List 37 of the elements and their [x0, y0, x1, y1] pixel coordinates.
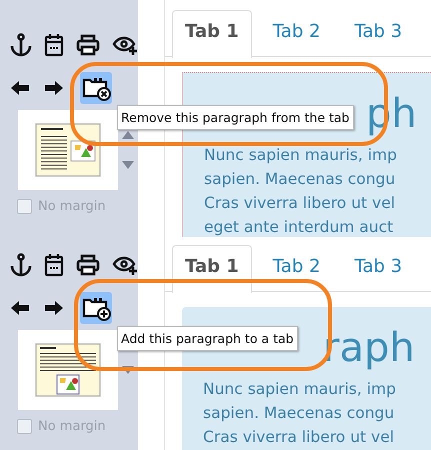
- calendar-icon[interactable]: [44, 253, 64, 277]
- folder-remove-icon: [82, 75, 110, 101]
- printer-icon[interactable]: [76, 33, 100, 57]
- calendar-icon[interactable]: [44, 33, 64, 57]
- anchor-icon[interactable]: [10, 253, 32, 277]
- paragraph-text: sapien. Maecenas congu: [203, 403, 396, 424]
- left-arrow-icon[interactable]: [10, 80, 30, 96]
- checkbox-label: No margin: [38, 199, 106, 214]
- paragraph-text: Cras viverra libero ut vel: [203, 427, 396, 448]
- tooltip: Add this paragraph to a tab: [117, 326, 298, 351]
- tooltip: Remove this paragraph from the tab: [117, 105, 354, 130]
- tab[interactable]: Tab 1: [172, 10, 252, 58]
- checkbox[interactable]: [17, 419, 32, 434]
- tab[interactable]: Tab 1: [172, 245, 252, 293]
- document-thumbnail-icon: [35, 123, 101, 177]
- paragraph-text: Nunc sapien mauris, imp: [204, 145, 398, 166]
- tab[interactable]: Tab 3: [341, 245, 416, 291]
- folder-button[interactable]: [80, 72, 112, 104]
- checkbox-label: No margin: [38, 419, 106, 434]
- left-arrow-icon[interactable]: [10, 300, 30, 316]
- printer-icon[interactable]: [76, 253, 100, 277]
- folder-button[interactable]: [80, 292, 112, 324]
- right-arrow-icon[interactable]: [44, 300, 64, 316]
- tab[interactable]: Tab 2: [260, 10, 334, 56]
- checkbox[interactable]: [17, 199, 32, 214]
- document-thumbnail-icon: [35, 343, 101, 397]
- paragraph-text: Cras viverra libero ut vel: [204, 193, 396, 214]
- anchor-icon[interactable]: [10, 33, 32, 57]
- tab[interactable]: Tab 3: [341, 10, 416, 56]
- paragraph-text: sapien. Maecenas congu: [204, 169, 396, 190]
- paragraph-text: Nunc sapien mauris, imp: [203, 379, 397, 400]
- paragraph-text: eget ante interdum auct: [204, 217, 394, 237]
- tab[interactable]: Tab 2: [260, 245, 334, 291]
- right-arrow-icon[interactable]: [44, 80, 64, 96]
- down-arrow-icon[interactable]: [122, 161, 134, 169]
- up-arrow-icon[interactable]: [122, 131, 134, 139]
- folder-add-icon: [82, 295, 110, 321]
